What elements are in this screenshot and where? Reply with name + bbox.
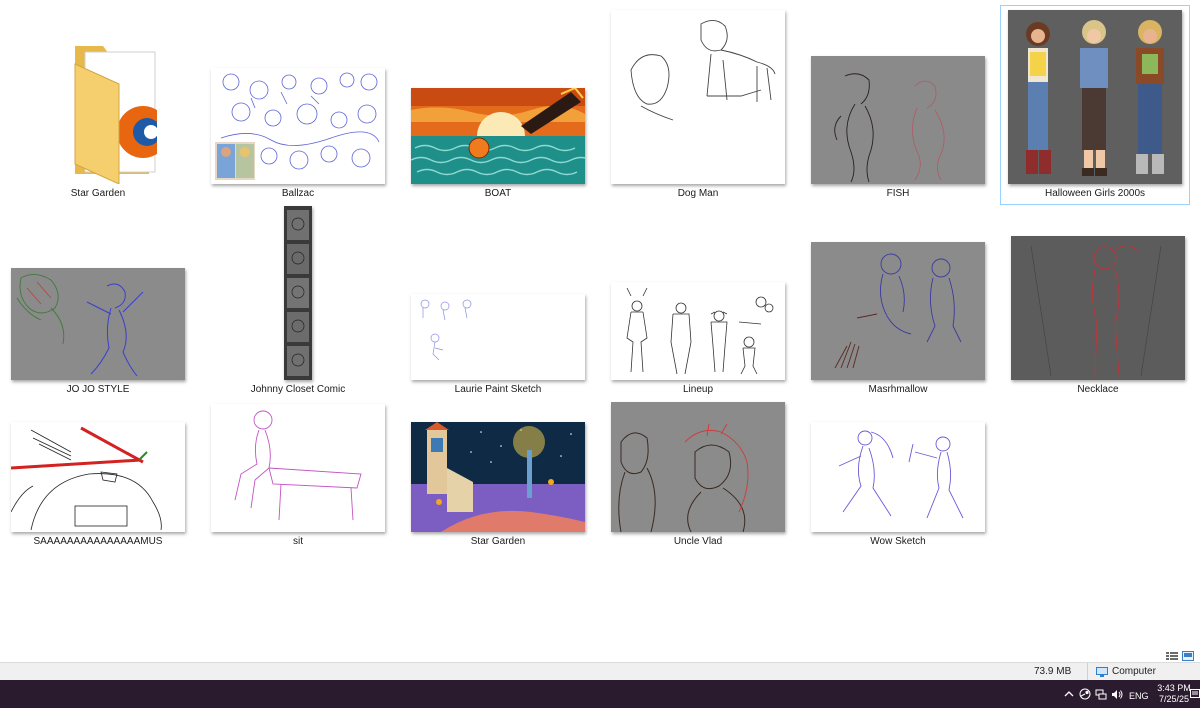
computer-icon <box>1096 666 1108 677</box>
item-label: sit <box>293 536 303 547</box>
file-item-wow-sketch[interactable]: Wow Sketch <box>803 353 993 553</box>
item-label: Star Garden <box>470 536 526 547</box>
file-item-halloween-girls-2000s[interactable]: Halloween Girls 2000s <box>1000 5 1190 205</box>
details-view-icon[interactable] <box>1166 648 1178 660</box>
file-item-saaaamus[interactable]: SAAAAAAAAAAAAAAAMUS <box>3 353 193 553</box>
folder-icon <box>39 24 169 185</box>
item-label: Uncle Vlad <box>673 536 723 547</box>
taskbar: ENG 3:43 PM 7/25/25 <box>0 680 1200 708</box>
chevron-up-icon[interactable] <box>1063 687 1075 701</box>
folder-item-star-garden[interactable]: Star Garden <box>3 5 193 205</box>
item-label: SAAAAAAAAAAAAAAAMUS <box>33 536 163 547</box>
item-label: Necklace <box>1077 384 1119 395</box>
location-label: Computer <box>1112 666 1156 677</box>
file-item-necklace[interactable]: Necklace <box>1003 201 1193 401</box>
file-item-ballzac[interactable]: Ballzac <box>203 5 393 205</box>
thumbnail <box>611 10 785 184</box>
status-bar: 73.9 MB Computer <box>0 662 1200 680</box>
language-indicator[interactable]: ENG <box>1129 689 1149 703</box>
file-item-boat[interactable]: BOAT <box>403 5 593 205</box>
status-separator <box>1087 663 1088 680</box>
steam-icon[interactable] <box>1079 687 1091 701</box>
thumbnail <box>11 422 185 532</box>
action-center-icon[interactable] <box>1190 687 1200 701</box>
large-icons-view-icon[interactable] <box>1182 648 1194 661</box>
thumbnail <box>1008 10 1182 184</box>
thumbnail <box>211 68 385 184</box>
file-grid: Star Garden Ballzac BOAT Dog Man FISH Ha… <box>0 0 1200 662</box>
view-mode-buttons <box>1166 648 1194 661</box>
thumbnail <box>1011 236 1185 380</box>
thumbnail <box>211 404 385 532</box>
file-item-fish[interactable]: FISH <box>803 5 993 205</box>
thumbnail <box>611 402 785 532</box>
file-item-uncle-vlad[interactable]: Uncle Vlad <box>603 353 793 553</box>
file-item-star-garden-image[interactable]: Star Garden <box>403 353 593 553</box>
volume-icon[interactable] <box>1111 687 1123 701</box>
thumbnail <box>811 422 985 532</box>
network-icon[interactable] <box>1095 687 1107 701</box>
thumbnail <box>411 422 585 532</box>
thumbnail <box>411 88 585 184</box>
file-item-sit[interactable]: sit <box>203 353 393 553</box>
item-label: Wow Sketch <box>870 536 926 547</box>
status-location: Computer <box>1096 666 1156 677</box>
thumbnail <box>811 56 985 184</box>
file-item-dog-man[interactable]: Dog Man <box>603 5 793 205</box>
selection-size: 73.9 MB <box>1034 666 1072 677</box>
